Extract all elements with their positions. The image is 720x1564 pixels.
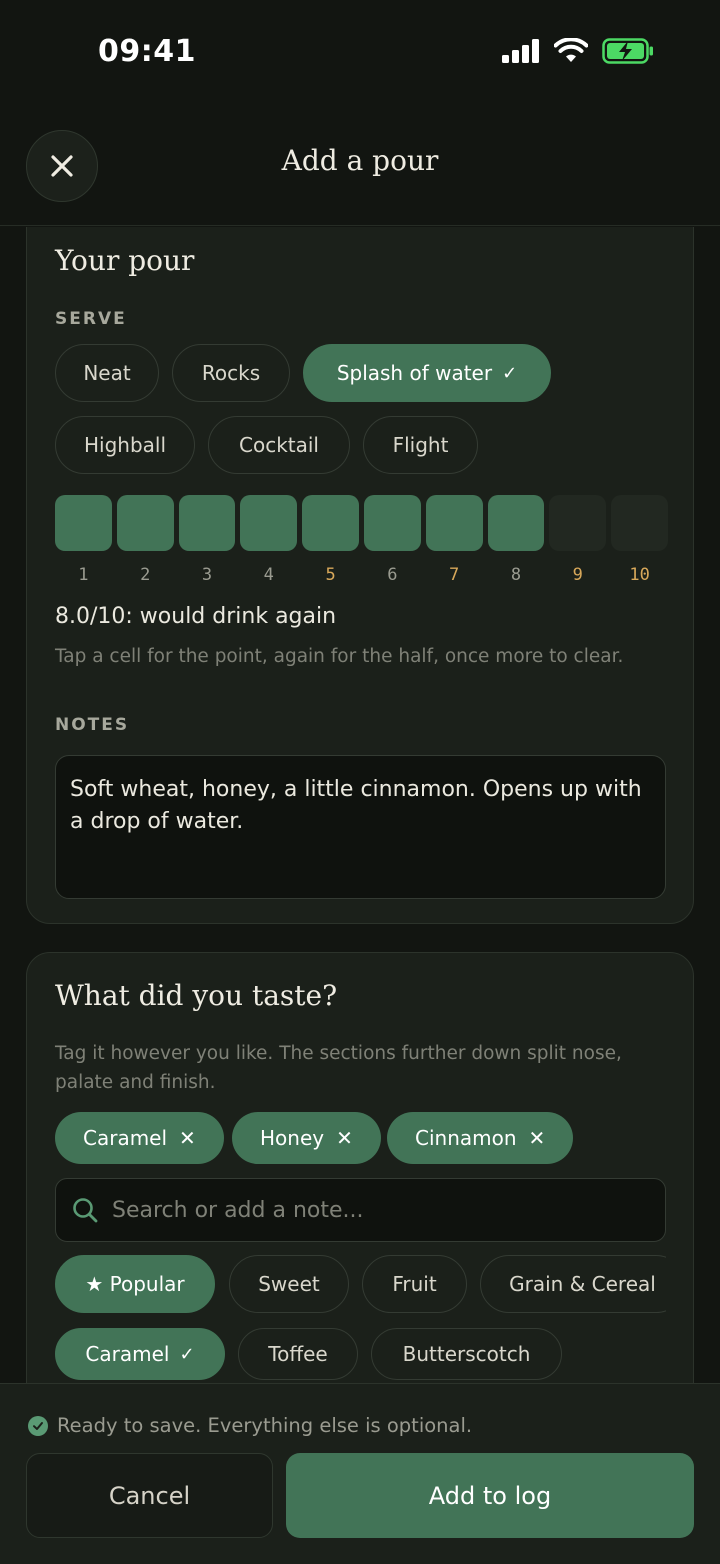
suggestion-label: Caramel bbox=[85, 1342, 170, 1366]
category-fruit[interactable]: Fruit bbox=[362, 1255, 467, 1313]
rating-hint: Tap a cell for the point, again for the … bbox=[55, 646, 624, 667]
serve-option-label: Rocks bbox=[201, 361, 261, 385]
checkmark-circle-icon bbox=[28, 1415, 48, 1436]
rating-tick-label: 5 bbox=[325, 565, 336, 585]
serve-option-rocks[interactable]: Rocks bbox=[172, 344, 290, 402]
category-label: ★ Popular bbox=[85, 1272, 185, 1296]
selected-tag-honey[interactable]: Honey ✕ bbox=[232, 1112, 381, 1164]
serve-option-highball[interactable]: Highball bbox=[55, 416, 195, 474]
rating-tick-label: 6 bbox=[387, 565, 398, 585]
remove-tag-icon[interactable]: ✕ bbox=[529, 1126, 546, 1150]
rating-cell[interactable] bbox=[363, 495, 421, 551]
suggestion-butterscotch[interactable]: Butterscotch bbox=[371, 1328, 562, 1380]
rating-cell[interactable] bbox=[178, 495, 236, 551]
tag-label: Cinnamon bbox=[415, 1126, 517, 1150]
remove-tag-icon[interactable]: ✕ bbox=[179, 1126, 196, 1150]
serve-option-flight[interactable]: Flight bbox=[363, 416, 478, 474]
cellular-signal-icon bbox=[502, 39, 539, 63]
rating-tick-label: 8 bbox=[510, 565, 522, 585]
status-time: 09:41 bbox=[98, 34, 196, 69]
category-label: Sweet bbox=[258, 1272, 320, 1296]
category-chips[interactable]: ★ Popular Sweet Fruit Grain & Cereal bbox=[55, 1255, 666, 1315]
serve-label: SERVE bbox=[55, 309, 127, 329]
rating-cell[interactable] bbox=[549, 495, 607, 551]
category-popular[interactable]: ★ Popular bbox=[55, 1255, 215, 1313]
rating-tick-label: 9 bbox=[572, 565, 583, 585]
rating-summary: 8.0/10: would drink again bbox=[55, 604, 337, 629]
category-label: Fruit bbox=[392, 1272, 437, 1296]
search-icon bbox=[73, 1198, 98, 1223]
status-bar: 09:41 bbox=[0, 0, 720, 100]
rating-tick-label: 10 bbox=[629, 565, 650, 585]
serve-option-label: Cocktail bbox=[239, 433, 319, 457]
rating-tick-label: 7 bbox=[449, 565, 460, 585]
tag-label: Honey bbox=[260, 1126, 325, 1150]
selected-tag-cinnamon[interactable]: Cinnamon ✕ bbox=[387, 1112, 574, 1164]
rating-cell[interactable] bbox=[55, 495, 112, 551]
notes-label: NOTES bbox=[55, 715, 130, 735]
rating-tick-label: 4 bbox=[263, 565, 274, 585]
wifi-icon bbox=[554, 38, 588, 62]
category-sweet[interactable]: Sweet bbox=[229, 1255, 349, 1313]
pour-section-title: Your pour bbox=[55, 244, 195, 277]
ready-text: Ready to save. Everything else is option… bbox=[57, 1414, 473, 1437]
serve-option-neat[interactable]: Neat bbox=[55, 344, 159, 402]
category-label: Grain & Cereal bbox=[509, 1272, 656, 1296]
rating-cell[interactable] bbox=[425, 495, 483, 551]
serve-option-label: Highball bbox=[83, 433, 167, 457]
page-title: Add a pour bbox=[281, 144, 439, 177]
rating-cell[interactable] bbox=[116, 495, 174, 551]
serve-option-label: Splash of water bbox=[336, 361, 493, 385]
taste-card: What did you taste? Tag it however you l… bbox=[26, 952, 694, 1383]
rating-bar bbox=[55, 495, 668, 551]
battery-charging-icon bbox=[602, 38, 653, 64]
serve-option-label: Neat bbox=[83, 361, 131, 385]
suggestion-label: Butterscotch bbox=[402, 1342, 531, 1366]
note-search-input[interactable] bbox=[112, 1197, 632, 1223]
suggestion-toffee[interactable]: Toffee bbox=[238, 1328, 358, 1380]
note-search-field[interactable] bbox=[55, 1178, 666, 1242]
rating-cell[interactable] bbox=[611, 495, 668, 551]
scroll-content[interactable]: Your pour SERVE Neat Rocks Splash of wat… bbox=[0, 227, 720, 1383]
tag-label: Caramel bbox=[83, 1126, 168, 1150]
rating-ticks: 1 2 3 4 5 6 7 8 9 10 bbox=[55, 565, 668, 585]
notes-textarea[interactable]: Soft wheat, honey, a little cinnamon. Op… bbox=[55, 755, 666, 899]
footer-bar: Ready to save. Everything else is option… bbox=[0, 1383, 720, 1564]
suggestion-caramel[interactable]: Caramel ✓ bbox=[55, 1328, 225, 1380]
serve-option-label: Flight bbox=[392, 433, 449, 457]
cancel-button[interactable]: Cancel bbox=[26, 1453, 273, 1538]
rating-tick-label: 2 bbox=[140, 565, 151, 585]
ready-status: Ready to save. Everything else is option… bbox=[28, 1414, 472, 1437]
selected-tag-caramel[interactable]: Caramel ✕ bbox=[55, 1112, 224, 1164]
taste-section-title: What did you taste? bbox=[55, 979, 338, 1012]
header: Add a pour bbox=[0, 100, 720, 226]
category-grain-cereal[interactable]: Grain & Cereal bbox=[480, 1255, 666, 1313]
rating-cell[interactable] bbox=[240, 495, 298, 551]
add-to-log-button[interactable]: Add to log bbox=[286, 1453, 694, 1538]
taste-hint: Tag it however you like. The sections fu… bbox=[55, 1043, 622, 1093]
rating-tick-label: 1 bbox=[78, 565, 89, 585]
check-icon: ✓ bbox=[502, 362, 518, 384]
rating-cell[interactable] bbox=[487, 495, 545, 551]
status-icons bbox=[502, 38, 654, 64]
check-icon: ✓ bbox=[179, 1343, 195, 1365]
rating-tick-label: 3 bbox=[201, 565, 213, 585]
pour-card: Your pour SERVE Neat Rocks Splash of wat… bbox=[26, 227, 694, 924]
serve-option-cocktail[interactable]: Cocktail bbox=[208, 416, 350, 474]
suggestion-label: Toffee bbox=[268, 1342, 328, 1366]
serve-option-splash-of-water[interactable]: Splash of water ✓ bbox=[303, 344, 551, 402]
remove-tag-icon[interactable]: ✕ bbox=[336, 1126, 353, 1150]
rating-cell[interactable] bbox=[302, 495, 359, 551]
